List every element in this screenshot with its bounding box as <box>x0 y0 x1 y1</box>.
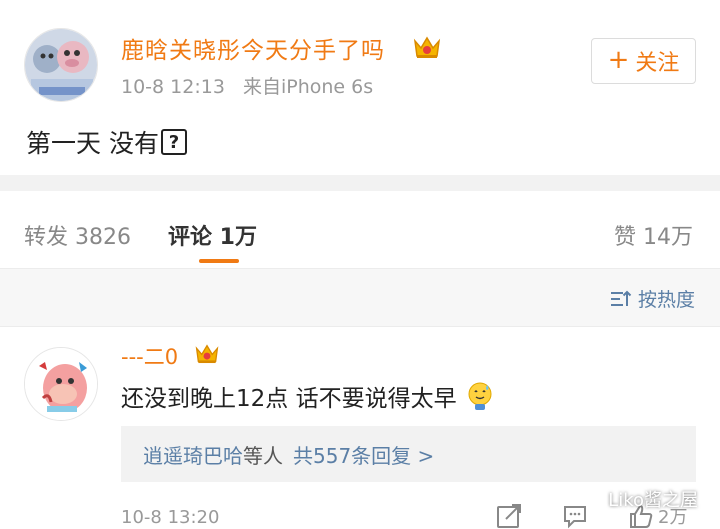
comment-text-content: 还没到晚上12点 话不要说得太早 <box>121 386 457 412</box>
post-meta: 10-8 12:13 来自iPhone 6s <box>121 72 373 99</box>
author-avatar[interactable] <box>24 28 98 102</box>
reply-mid-text: 等人 <box>243 443 283 468</box>
post-text-content: 第一天 没有 <box>26 129 159 158</box>
sweat-emoji-icon <box>468 382 492 410</box>
follow-button[interactable]: + 关注 <box>591 38 696 84</box>
sort-label: 按热度 <box>637 289 695 311</box>
plus-icon: + <box>607 45 630 75</box>
wechat-icon <box>578 489 602 508</box>
watermark: Liko酱之屋 <box>578 486 698 512</box>
post-source: 来自iPhone 6s <box>242 76 374 98</box>
tab-repost[interactable]: 转发 3826 <box>24 219 131 251</box>
watermark-text: Liko酱之屋 <box>608 490 698 511</box>
reply-summary[interactable]: 逍遥琦巴哈 等人 共557条回复 > <box>121 426 696 482</box>
crown-badge-icon <box>195 344 219 364</box>
share-icon[interactable] <box>496 503 522 529</box>
post-text: 第一天 没有 ? <box>26 124 187 160</box>
reply-count-link[interactable]: 共557条回复 > <box>293 440 434 469</box>
crown-badge-icon <box>413 36 441 58</box>
interaction-tabs: 转发 3826 评论 1万 赞 14万 <box>0 191 720 269</box>
tab-comments[interactable]: 评论 1万 <box>168 219 257 251</box>
post-card: 鹿晗关晓彤今天分手了吗 10-8 12:13 来自iPhone 6s + 关注 … <box>0 0 720 175</box>
weibo-page: 鹿晗关晓彤今天分手了吗 10-8 12:13 来自iPhone 6s + 关注 … <box>0 0 720 529</box>
commenter-avatar[interactable] <box>24 347 98 421</box>
post-time: 10-8 12:13 <box>121 76 225 98</box>
tab-likes[interactable]: 赞 14万 <box>614 219 693 251</box>
reply-users[interactable]: 逍遥琦巴哈 <box>143 440 243 469</box>
follow-label: 关注 <box>635 51 680 76</box>
comment-time: 10-8 13:20 <box>121 507 220 528</box>
sort-by-hot-button[interactable]: 按热度 <box>610 285 695 312</box>
section-divider <box>0 175 720 191</box>
author-name[interactable]: 鹿晗关晓彤今天分手了吗 <box>121 31 385 65</box>
question-box-icon: ? <box>160 129 187 155</box>
commenter-name[interactable]: ---二0 <box>121 341 178 371</box>
comment-text: 还没到晚上12点 话不要说得太早 <box>121 379 493 413</box>
active-tab-indicator <box>199 259 239 263</box>
sort-bar: 按热度 <box>0 269 720 327</box>
sort-icon <box>610 290 632 306</box>
